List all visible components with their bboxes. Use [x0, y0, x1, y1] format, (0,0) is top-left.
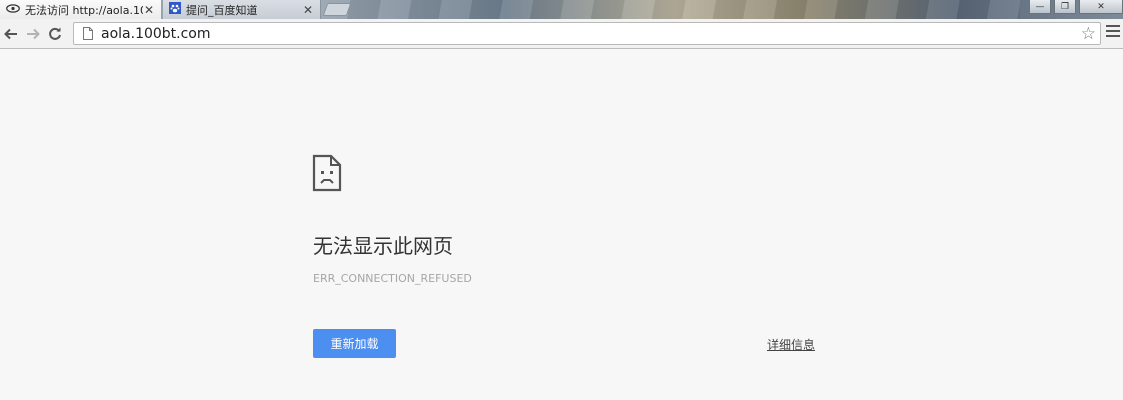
address-bar[interactable]: aola.100bt.com ☆	[73, 22, 1101, 45]
error-page	[0, 50, 1123, 400]
window-controls: — ❐ ✕	[1026, 0, 1123, 19]
url-text[interactable]: aola.100bt.com	[101, 26, 1081, 42]
back-arrow-icon	[4, 28, 17, 39]
tab-title: 提问_百度知道	[186, 3, 258, 17]
error-title: 无法显示此网页	[313, 234, 453, 258]
tab-error-page[interactable]: 无法访问 http://aola.100 ✕	[0, 0, 162, 19]
close-window-icon[interactable]: ✕	[1079, 0, 1123, 14]
minimize-icon[interactable]: —	[1029, 0, 1051, 14]
tab-title: 无法访问 http://aola.100	[25, 3, 143, 17]
details-link[interactable]: 详细信息	[767, 336, 815, 353]
close-tab-icon[interactable]: ✕	[302, 4, 314, 16]
page-icon	[79, 27, 97, 40]
browser-toolbar: aola.100bt.com ☆	[0, 19, 1123, 49]
new-tab-button[interactable]	[322, 3, 352, 16]
baidu-paw-icon	[169, 2, 181, 17]
sad-page-icon	[312, 154, 342, 196]
reload-page-button[interactable]: 重新加载	[313, 329, 396, 358]
reload-icon	[49, 27, 61, 40]
restore-icon[interactable]: ❐	[1054, 0, 1076, 14]
forward-button[interactable]	[22, 22, 44, 46]
error-code: ERR_CONNECTION_REFUSED	[313, 272, 472, 285]
back-button[interactable]	[0, 22, 22, 46]
forward-arrow-icon	[27, 28, 40, 39]
tab-baidu-zhidao[interactable]: 提问_百度知道 ✕	[163, 0, 321, 19]
reload-button[interactable]	[44, 22, 66, 46]
eye-icon	[6, 3, 20, 16]
close-tab-icon[interactable]: ✕	[143, 4, 155, 16]
menu-icon[interactable]	[1106, 25, 1120, 40]
bookmark-star-icon[interactable]: ☆	[1081, 24, 1096, 44]
tab-strip: 无法访问 http://aola.100 ✕ 提问_百度知道 ✕ — ❐ ✕	[0, 0, 1123, 19]
